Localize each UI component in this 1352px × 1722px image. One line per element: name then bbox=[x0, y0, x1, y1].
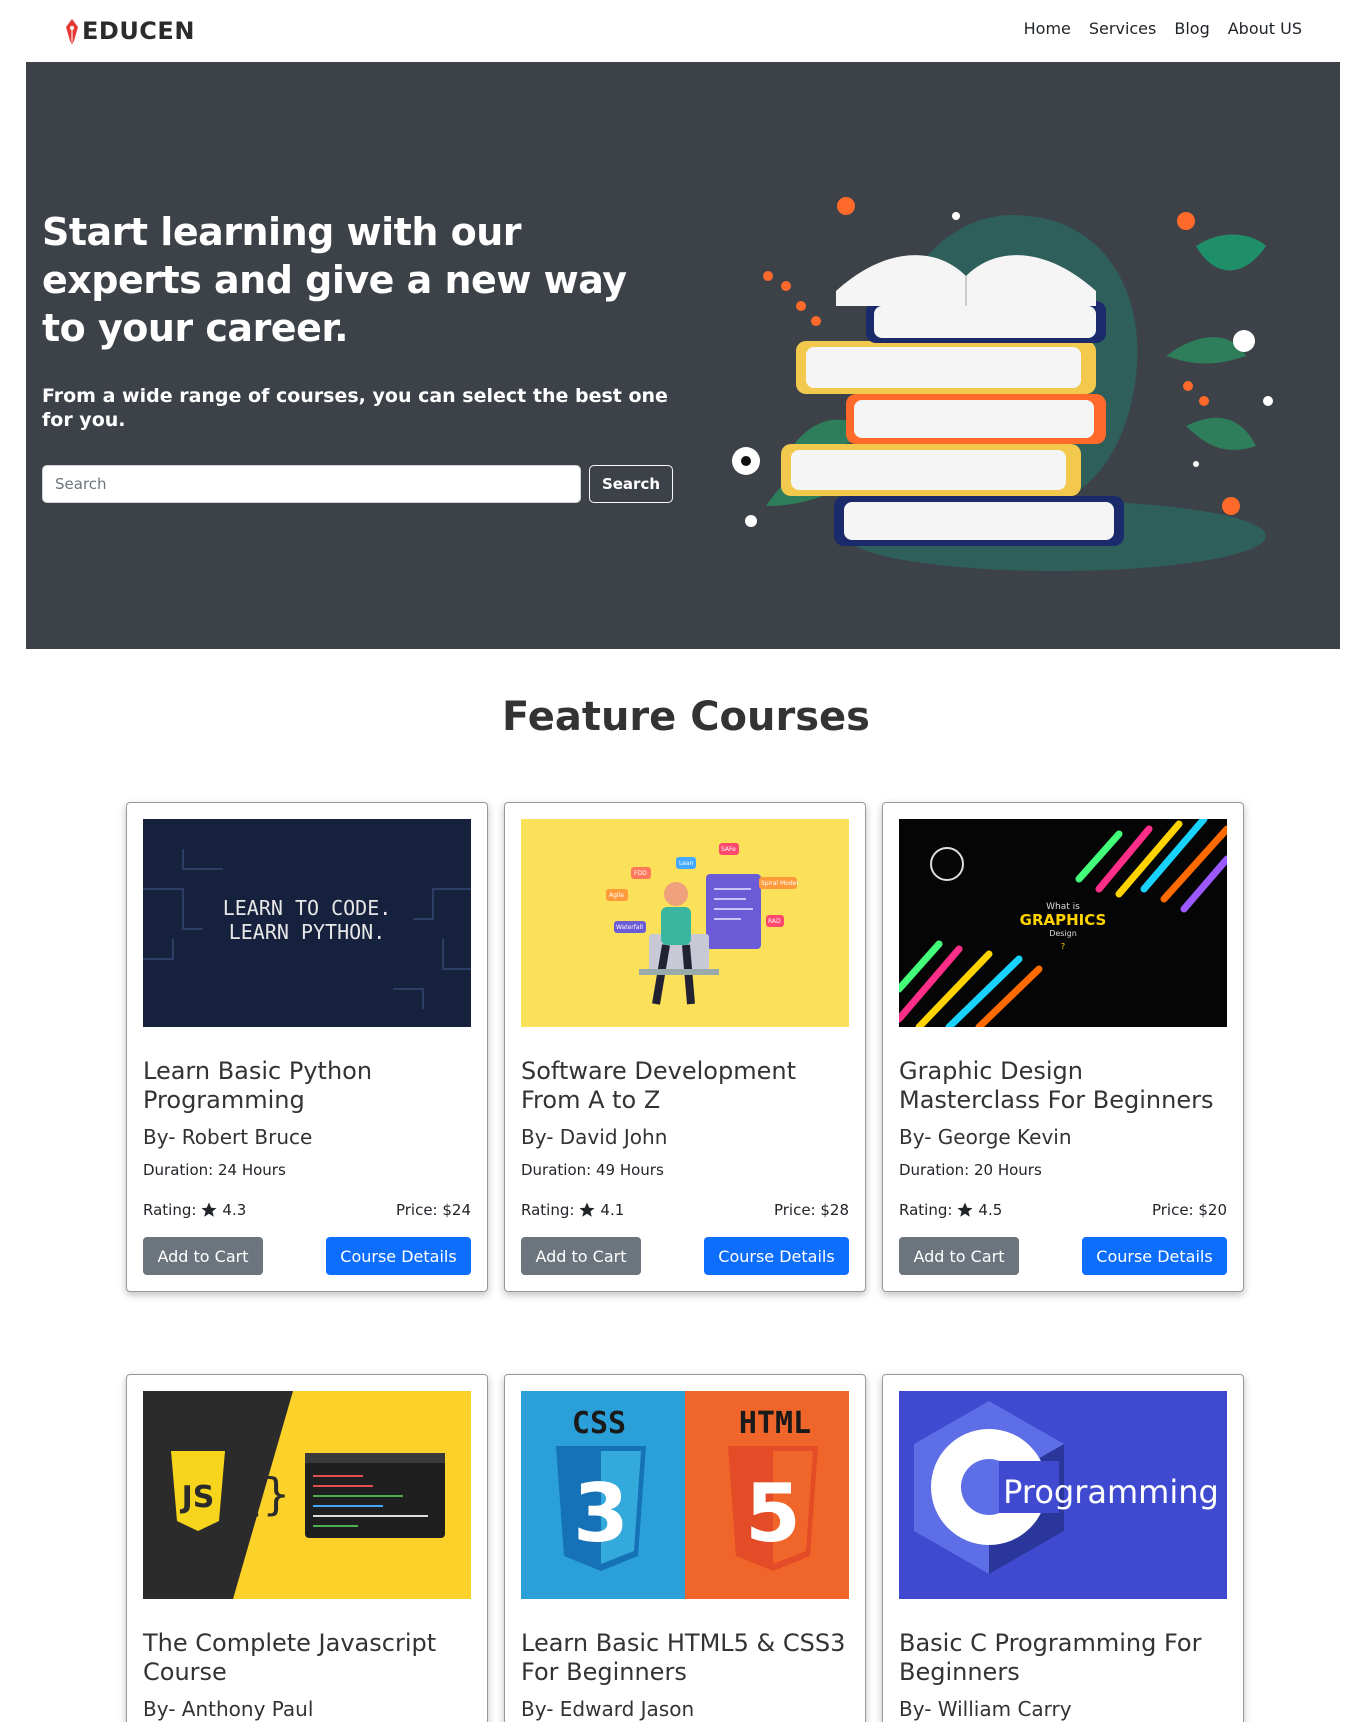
tag-waterfall: Waterfall bbox=[616, 924, 643, 931]
hero-title: Start learning with our experts and give… bbox=[42, 210, 627, 350]
course-author: By- Robert Bruce bbox=[143, 1125, 313, 1149]
image-text-question: ? bbox=[1061, 942, 1065, 951]
course-title[interactable]: Basic C Programming For Beginners bbox=[899, 1629, 1229, 1687]
hero-banner: Start learning with our experts and give… bbox=[26, 62, 1340, 649]
course-card: Programming Basic C Programming For Begi… bbox=[882, 1374, 1244, 1722]
brand-name: EDUCEN bbox=[82, 17, 195, 45]
nav-about[interactable]: About US bbox=[1228, 19, 1302, 38]
image-text-js: JS bbox=[180, 1480, 215, 1515]
star-icon bbox=[957, 1202, 973, 1217]
image-text-html: HTML bbox=[739, 1406, 811, 1441]
course-author: By- William Carry bbox=[899, 1697, 1072, 1721]
nav-home[interactable]: Home bbox=[1024, 19, 1071, 38]
rating-value: 4.3 bbox=[222, 1201, 247, 1219]
course-duration: Duration: 49 Hours bbox=[521, 1161, 664, 1179]
image-text-graphics: GRAPHICS bbox=[1020, 911, 1107, 929]
image-text-line1: LEARN TO CODE. bbox=[223, 896, 392, 920]
course-duration: Duration: 24 Hours bbox=[143, 1161, 286, 1179]
course-card: CSS HTML 3 5 Learn Basic HTML5 & CSS3 Fo… bbox=[504, 1374, 866, 1722]
rating-value: 4.5 bbox=[978, 1201, 1003, 1219]
course-image-c-programming[interactable]: Programming bbox=[899, 1391, 1227, 1599]
course-card: JS {} The Complete Javascript Course By-… bbox=[126, 1374, 488, 1722]
course-card: What is GRAPHICS Design ? Graphic Design… bbox=[882, 802, 1244, 1292]
image-text-css: CSS bbox=[572, 1406, 626, 1441]
tag-spiral: Spiral Model bbox=[761, 880, 798, 887]
course-author: By- George Kevin bbox=[899, 1125, 1072, 1149]
course-card: FDD Lean SAFe Agile Spiral Model Waterfa… bbox=[504, 802, 866, 1292]
course-title[interactable]: Learn Basic Python Programming bbox=[143, 1057, 473, 1115]
course-image-python[interactable]: LEARN TO CODE. LEARN PYTHON. bbox=[143, 819, 471, 1027]
image-text-line2: LEARN PYTHON. bbox=[229, 920, 386, 944]
add-to-cart-button[interactable]: Add to Cart bbox=[899, 1237, 1019, 1275]
nav-services[interactable]: Services bbox=[1089, 19, 1156, 38]
add-to-cart-button[interactable]: Add to Cart bbox=[143, 1237, 263, 1275]
section-title: Feature Courses bbox=[502, 694, 870, 740]
books-illustration bbox=[732, 197, 1273, 571]
tag-agile: Agile bbox=[609, 892, 624, 899]
course-title[interactable]: Learn Basic HTML5 & CSS3 For Beginners bbox=[521, 1629, 851, 1687]
course-image-graphics[interactable]: What is GRAPHICS Design ? bbox=[899, 819, 1227, 1027]
image-text-programming: Programming bbox=[1003, 1473, 1219, 1511]
navbar: EDUCEN Home Services Blog About US bbox=[0, 0, 1352, 62]
course-author: By- Edward Jason bbox=[521, 1697, 695, 1721]
nav-links: Home Services Blog About US bbox=[1024, 19, 1302, 38]
svg-text:{}: {} bbox=[237, 1469, 290, 1520]
hero-subtitle: From a wide range of courses, you can se… bbox=[42, 385, 668, 431]
course-rating: Rating: 4.1 bbox=[521, 1201, 624, 1219]
search-input[interactable] bbox=[42, 465, 581, 503]
course-image-html-css[interactable]: CSS HTML 3 5 bbox=[521, 1391, 849, 1599]
course-title[interactable]: Software Development From A to Z bbox=[521, 1057, 851, 1115]
course-details-button[interactable]: Course Details bbox=[1082, 1237, 1227, 1275]
course-card: LEARN TO CODE. LEARN PYTHON. Learn Basic… bbox=[126, 802, 488, 1292]
star-icon bbox=[579, 1202, 595, 1217]
rating-value: 4.1 bbox=[600, 1201, 625, 1219]
add-to-cart-button[interactable]: Add to Cart bbox=[521, 1237, 641, 1275]
course-details-button[interactable]: Course Details bbox=[326, 1237, 471, 1275]
course-price: Price: $24 bbox=[395, 1201, 471, 1219]
course-rating: Rating: 4.5 bbox=[899, 1201, 1002, 1219]
course-author: By- Anthony Paul bbox=[143, 1697, 314, 1721]
svg-text:5: 5 bbox=[745, 1467, 801, 1560]
course-title[interactable]: Graphic Design Masterclass For Beginners bbox=[899, 1057, 1229, 1115]
tag-safe: SAFe bbox=[721, 846, 736, 853]
course-details-button[interactable]: Course Details bbox=[704, 1237, 849, 1275]
rating-label: Rating: bbox=[143, 1201, 197, 1219]
rating-label: Rating: bbox=[521, 1201, 575, 1219]
course-image-javascript[interactable]: JS {} bbox=[143, 1391, 471, 1599]
nav-blog[interactable]: Blog bbox=[1174, 19, 1209, 38]
tag-rad: RAD bbox=[768, 918, 781, 925]
course-title[interactable]: The Complete Javascript Course bbox=[143, 1629, 473, 1687]
course-rating: Rating: 4.3 bbox=[143, 1201, 246, 1219]
course-price: Price: $28 bbox=[773, 1201, 849, 1219]
course-price: Price: $20 bbox=[1151, 1201, 1227, 1219]
search-button[interactable]: Search bbox=[589, 465, 673, 503]
brand-logo[interactable]: EDUCEN bbox=[64, 16, 195, 46]
course-image-software[interactable]: FDD Lean SAFe Agile Spiral Model Waterfa… bbox=[521, 819, 849, 1027]
pen-nib-icon bbox=[66, 19, 78, 44]
image-text-design: Design bbox=[1049, 929, 1077, 938]
rating-label: Rating: bbox=[899, 1201, 953, 1219]
course-duration: Duration: 20 Hours bbox=[899, 1161, 1042, 1179]
star-icon bbox=[201, 1202, 217, 1217]
tag-fdd: FDD bbox=[634, 870, 647, 877]
course-author: By- David John bbox=[521, 1125, 668, 1149]
tag-lean: Lean bbox=[679, 860, 694, 867]
svg-text:3: 3 bbox=[573, 1467, 629, 1560]
